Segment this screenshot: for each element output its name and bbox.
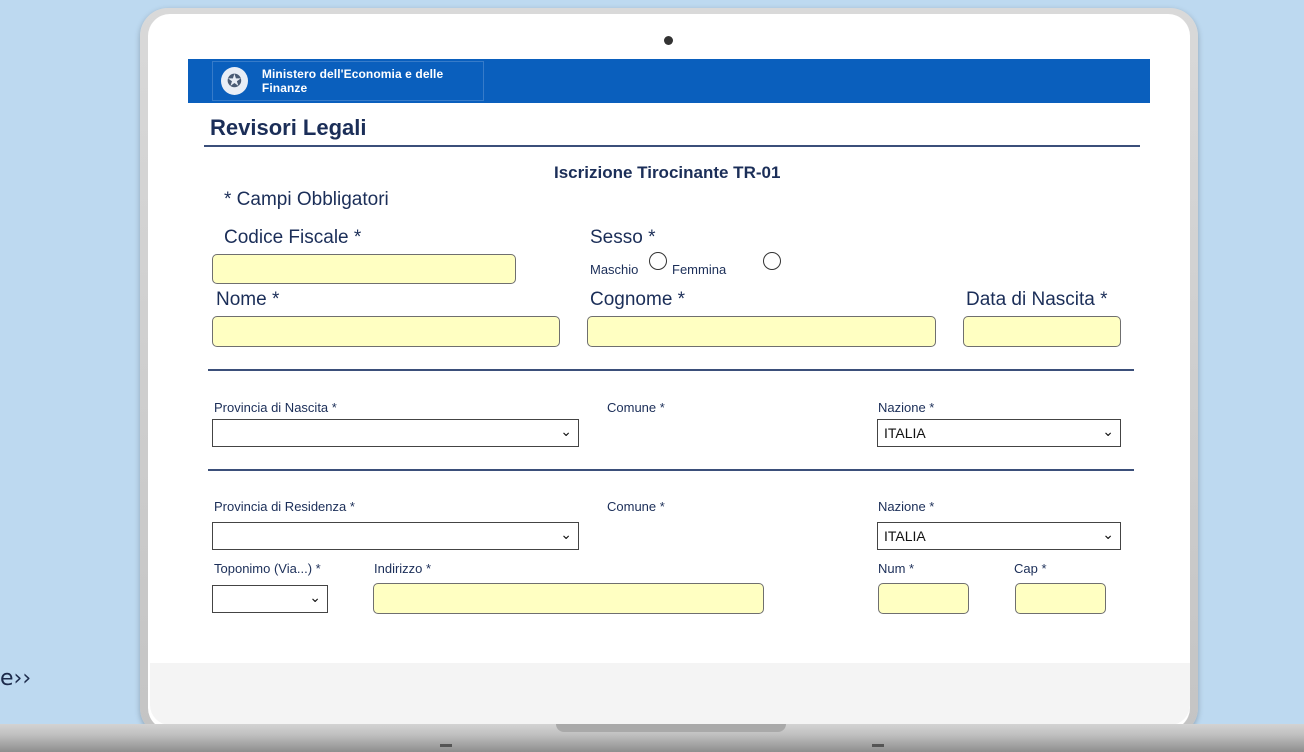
chevron-down-icon: ⌄ — [560, 526, 572, 542]
ministry-logo[interactable]: ✪ Ministero dell'Economia e delle Finanz… — [212, 61, 484, 101]
italian-republic-emblem-icon: ✪ — [221, 67, 248, 95]
toponimo-select[interactable]: ⌄ — [212, 585, 328, 613]
nome-input[interactable] — [212, 316, 560, 347]
edge-text: e›› — [0, 666, 32, 691]
laptop-foot-left — [440, 744, 452, 747]
comune-nascita-label: Comune * — [607, 400, 665, 415]
header-bar: ✪ Ministero dell'Economia e delle Finanz… — [188, 59, 1150, 103]
ministry-name: Ministero dell'Economia e delle Finanze — [261, 67, 444, 95]
nazione-nascita-label: Nazione * — [878, 400, 935, 415]
codice-fiscale-label: Codice Fiscale * — [224, 227, 362, 248]
cap-label: Cap * — [1014, 561, 1047, 576]
chevron-down-icon: ⌄ — [309, 589, 321, 605]
data-nascita-label: Data di Nascita * — [966, 289, 1108, 310]
form-title: Iscrizione Tirocinante TR-01 — [554, 163, 781, 182]
nazione-nascita-value: ITALIA — [884, 425, 926, 441]
nome-label: Nome * — [216, 289, 280, 310]
chevron-down-icon: ⌄ — [560, 423, 572, 439]
data-nascita-input[interactable] — [963, 316, 1121, 347]
sesso-label: Sesso * — [590, 227, 656, 248]
provincia-residenza-select[interactable]: ⌄ — [212, 522, 579, 550]
required-fields-note: * Campi Obbligatori — [224, 189, 389, 210]
laptop-foot-right — [872, 744, 884, 747]
maschio-label: Maschio — [590, 262, 639, 277]
nazione-nascita-select[interactable]: ITALIA ⌄ — [877, 419, 1121, 447]
section-divider-2 — [208, 469, 1134, 471]
nazione-residenza-label: Nazione * — [878, 499, 935, 514]
num-label: Num * — [878, 561, 915, 576]
chevron-down-icon: ⌄ — [1102, 526, 1114, 542]
provincia-nascita-label: Provincia di Nascita * — [214, 400, 337, 415]
chevron-down-icon: ⌄ — [1102, 423, 1114, 439]
toponimo-label: Toponimo (Via...) * — [214, 561, 321, 576]
provincia-nascita-select[interactable]: ⌄ — [212, 419, 579, 447]
indirizzo-input[interactable] — [373, 583, 764, 614]
nazione-residenza-select[interactable]: ITALIA ⌄ — [877, 522, 1121, 550]
indirizzo-label: Indirizzo * — [374, 561, 432, 576]
header-divider — [204, 145, 1140, 147]
num-input[interactable] — [878, 583, 969, 614]
provincia-residenza-label: Provincia di Residenza * — [214, 499, 355, 514]
camera-icon — [664, 36, 673, 45]
nazione-residenza-value: ITALIA — [884, 528, 926, 544]
femmina-radio[interactable] — [763, 252, 781, 270]
laptop-chin — [150, 663, 1190, 725]
cognome-input[interactable] — [587, 316, 936, 347]
codice-fiscale-input[interactable] — [212, 254, 516, 284]
app-title: Revisori Legali — [210, 115, 367, 140]
cap-input[interactable] — [1015, 583, 1106, 614]
section-divider-1 — [208, 369, 1134, 371]
cognome-label: Cognome * — [590, 289, 686, 310]
comune-residenza-label: Comune * — [607, 499, 665, 514]
browser-screen: ✪ Ministero dell'Economia e delle Finanz… — [188, 59, 1150, 663]
femmina-label: Femmina — [672, 262, 727, 277]
maschio-radio[interactable] — [649, 252, 667, 270]
laptop-notch — [556, 724, 786, 732]
